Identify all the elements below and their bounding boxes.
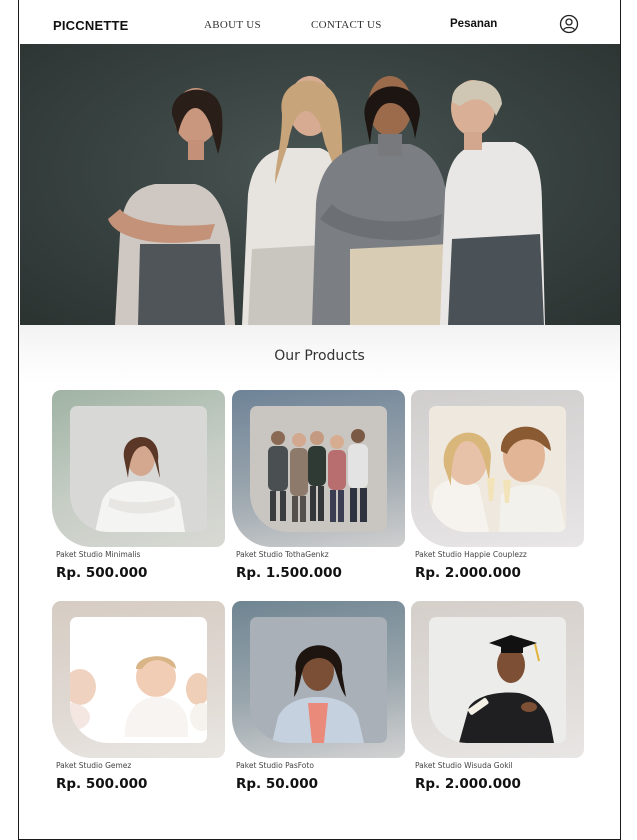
app-frame: PICCNETTE ABOUT US CONTACT US Pesanan Ou… bbox=[18, 0, 621, 840]
graduate-portrait bbox=[429, 617, 566, 743]
user-circle-icon[interactable] bbox=[559, 14, 579, 34]
product-name: Paket Studio Minimalis bbox=[56, 550, 141, 559]
product-price: Rp. 500.000 bbox=[56, 776, 148, 792]
products-title: Our Products bbox=[274, 348, 365, 364]
brand-logo[interactable]: PICCNETTE bbox=[53, 18, 128, 33]
product-name: Paket Studio Happie Couplezz bbox=[415, 550, 527, 559]
passport-headshot-portrait bbox=[250, 617, 387, 743]
product-name: Paket Studio TothaGenkz bbox=[236, 550, 329, 559]
product-name: Paket Studio Gemez bbox=[56, 761, 132, 770]
woman-arms-crossed-portrait bbox=[70, 406, 207, 532]
product-price: Rp. 50.000 bbox=[236, 776, 318, 792]
product-price: Rp. 2.000.000 bbox=[415, 776, 521, 792]
nav-contact-us[interactable]: CONTACT US bbox=[311, 19, 382, 31]
family-group-portrait bbox=[250, 406, 387, 532]
nav-about-us[interactable]: ABOUT US bbox=[204, 19, 261, 31]
product-name: Paket Studio PasFoto bbox=[236, 761, 314, 770]
hero-person-1 bbox=[108, 88, 235, 325]
product-price: Rp. 2.000.000 bbox=[415, 565, 521, 581]
hero-person-4 bbox=[440, 80, 545, 325]
hero-banner-image bbox=[20, 44, 620, 325]
babies-crawling-portrait bbox=[70, 617, 207, 743]
top-navbar: PICCNETTE ABOUT US CONTACT US Pesanan bbox=[19, 0, 620, 44]
couple-toasting-portrait bbox=[429, 406, 566, 532]
nav-orders[interactable]: Pesanan bbox=[450, 18, 497, 30]
product-price: Rp. 500.000 bbox=[56, 565, 148, 581]
product-name: Paket Studio Wisuda Gokil bbox=[415, 761, 513, 770]
product-price: Rp. 1.500.000 bbox=[236, 565, 342, 581]
